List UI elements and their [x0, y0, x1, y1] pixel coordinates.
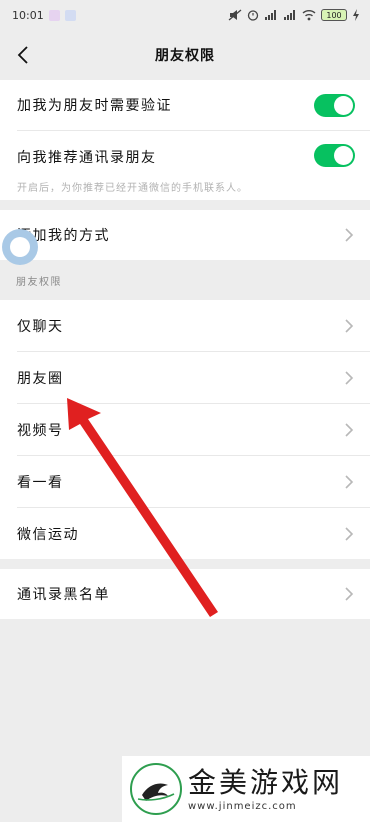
verify-settings-group: 加我为朋友时需要验证 向我推荐通讯录朋友 开启后，为你推荐已经开通微信的手机联系… [0, 80, 370, 200]
status-left: 10:01 [12, 9, 76, 22]
blacklist-group: 通讯录黑名单 [0, 569, 370, 619]
back-button[interactable] [8, 40, 38, 70]
chevron-right-icon [345, 228, 354, 242]
mute-icon [228, 9, 242, 21]
bird-logo-icon [130, 763, 182, 815]
blacklist-label: 通讯录黑名单 [17, 587, 110, 603]
recommend-row: 向我推荐通讯录朋友 开启后，为你推荐已经开通微信的手机联系人。 [0, 131, 370, 200]
chevron-right-icon [345, 526, 354, 541]
permission-label: 看一看 [17, 474, 64, 491]
shield-notification-icon [64, 9, 76, 21]
app-notification-icon [48, 9, 60, 21]
verify-row: 加我为朋友时需要验证 [0, 80, 370, 130]
status-time: 10:01 [12, 8, 44, 22]
permission-row-top-stories[interactable]: 看一看 [0, 456, 370, 507]
chevron-right-icon [345, 370, 354, 385]
chevron-right-icon [345, 587, 354, 601]
toggle-knob [334, 146, 353, 165]
blacklist-row[interactable]: 通讯录黑名单 [0, 569, 370, 619]
permissions-group: 仅聊天 朋友圈 视频号 看一看 微信运动 [0, 300, 370, 559]
chevron-right-icon [345, 422, 354, 437]
recommend-hint: 开启后，为你推荐已经开通微信的手机联系人。 [17, 183, 248, 194]
permission-label: 仅聊天 [17, 318, 64, 335]
permission-row-werun[interactable]: 微信运动 [0, 508, 370, 559]
charging-icon [353, 9, 359, 21]
wifi-icon [302, 10, 316, 21]
nav-bar: 朋友权限 [0, 30, 370, 80]
verify-label: 加我为朋友时需要验证 [17, 98, 172, 114]
watermark-url: www.jinmeizc.com [188, 800, 297, 812]
permission-label: 视频号 [17, 422, 64, 439]
alarm-icon [247, 10, 259, 21]
section-header: 朋友权限 [16, 276, 62, 288]
permission-row-channels[interactable]: 视频号 [0, 404, 370, 455]
battery-indicator: 100 [321, 9, 347, 21]
permission-row-chat-only[interactable]: 仅聊天 [0, 300, 370, 351]
recommend-toggle[interactable] [314, 144, 355, 167]
recommend-label: 向我推荐通讯录朋友 [17, 150, 157, 166]
floating-assistive-ball[interactable] [2, 229, 38, 265]
watermark-brand: 金美游戏网 [188, 765, 344, 799]
chevron-left-icon [17, 46, 28, 64]
permission-label: 朋友圈 [17, 370, 64, 387]
permission-label: 微信运动 [17, 526, 79, 543]
chevron-right-icon [345, 318, 354, 333]
add-me-row[interactable]: 添加我的方式 [0, 210, 370, 260]
status-right: 100 [228, 9, 360, 21]
permission-row-moments[interactable]: 朋友圈 [0, 352, 370, 403]
status-bar: 10:01 100 [0, 0, 370, 30]
toggle-knob [334, 95, 353, 115]
watermark-text: 金美游戏网 www.jinmeizc.com [188, 765, 344, 812]
watermark: 金美游戏网 www.jinmeizc.com [122, 756, 370, 822]
page-title: 朋友权限 [155, 48, 215, 64]
signal-icon-1 [265, 10, 276, 20]
floating-ball-inner-icon [10, 237, 30, 257]
add-me-group: 添加我的方式 [0, 210, 370, 260]
chevron-right-icon [345, 474, 354, 489]
verify-toggle[interactable] [314, 93, 355, 117]
signal-icon-2 [284, 10, 295, 20]
